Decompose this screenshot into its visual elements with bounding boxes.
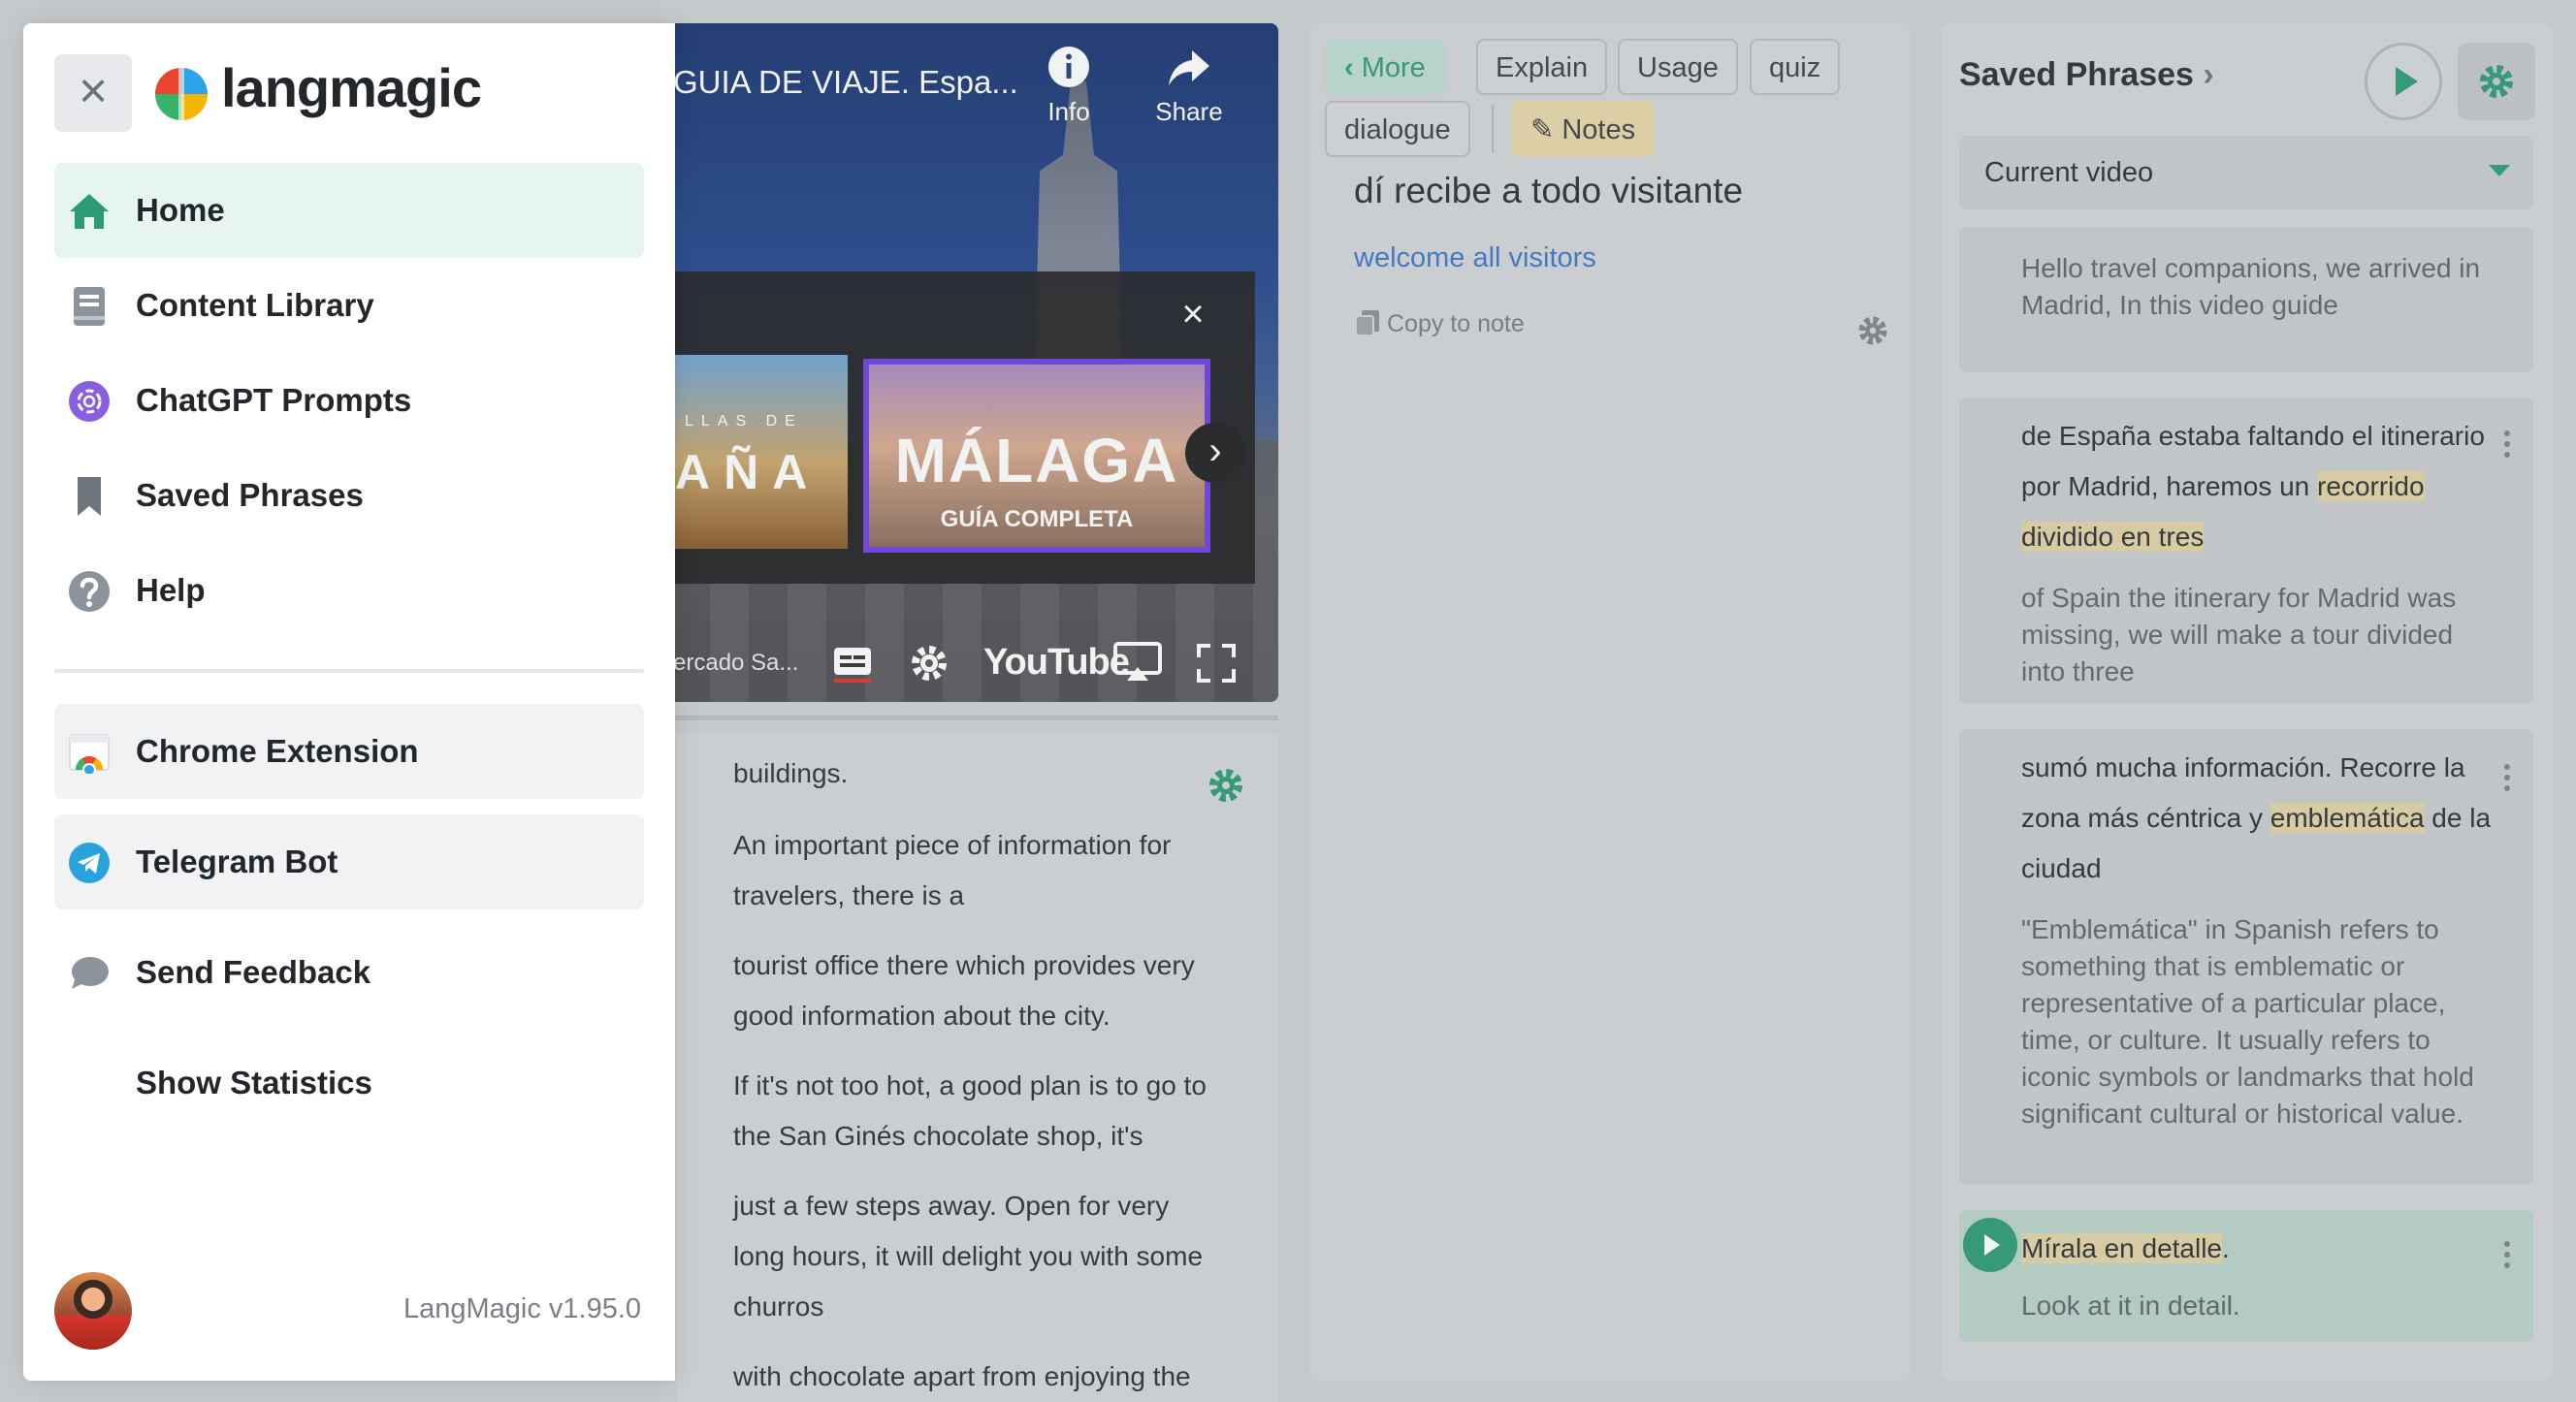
close-drawer-button[interactable]: ×	[54, 54, 132, 132]
avatar[interactable]	[54, 1272, 132, 1350]
sidebar-item-label: Home	[136, 192, 225, 228]
sidebar-item-label: Help	[136, 572, 206, 608]
sidebar-item-send-feedback[interactable]: Send Feedback	[54, 925, 644, 1020]
sidebar-item-help[interactable]: Help	[54, 543, 644, 638]
sidebar-item-chrome-extension[interactable]: Chrome Extension	[54, 704, 644, 799]
sidebar-divider	[54, 669, 644, 673]
sidebar-item-label: ChatGPT Prompts	[136, 382, 412, 418]
brand-logo[interactable]: langmagic	[221, 56, 482, 119]
sidebar-item-label: Content Library	[136, 287, 374, 323]
sidebar-item-show-statistics[interactable]: Show Statistics	[54, 1036, 644, 1131]
close-icon: ×	[78, 63, 109, 119]
sidebar-item-label: Send Feedback	[136, 954, 371, 990]
chrome-extension-icon	[69, 734, 110, 774]
sidebar-item-chatgpt-prompts[interactable]: ChatGPT Prompts	[54, 353, 644, 448]
help-icon	[69, 571, 110, 612]
sidebar-item-saved-phrases[interactable]: Saved Phrases	[54, 448, 644, 543]
chatgpt-icon	[69, 381, 110, 422]
sidebar-item-label: Show Statistics	[136, 1065, 372, 1100]
globe-logo-icon	[155, 68, 208, 120]
app-version: LangMagic v1.95.0	[403, 1293, 642, 1324]
book-icon	[74, 287, 105, 326]
sidebar-item-telegram-bot[interactable]: Telegram Bot	[54, 814, 644, 909]
sidebar-item-content-library[interactable]: Content Library	[54, 258, 644, 353]
bookmark-icon	[78, 477, 101, 516]
chat-bubble-icon	[72, 957, 109, 989]
sidebar-item-label: Saved Phrases	[136, 477, 364, 513]
sidebar-item-home[interactable]: Home	[54, 163, 644, 258]
telegram-icon	[69, 843, 110, 883]
sidebar-item-label: Chrome Extension	[136, 733, 419, 769]
sidebar-item-label: Telegram Bot	[136, 844, 338, 879]
home-icon	[70, 194, 109, 229]
